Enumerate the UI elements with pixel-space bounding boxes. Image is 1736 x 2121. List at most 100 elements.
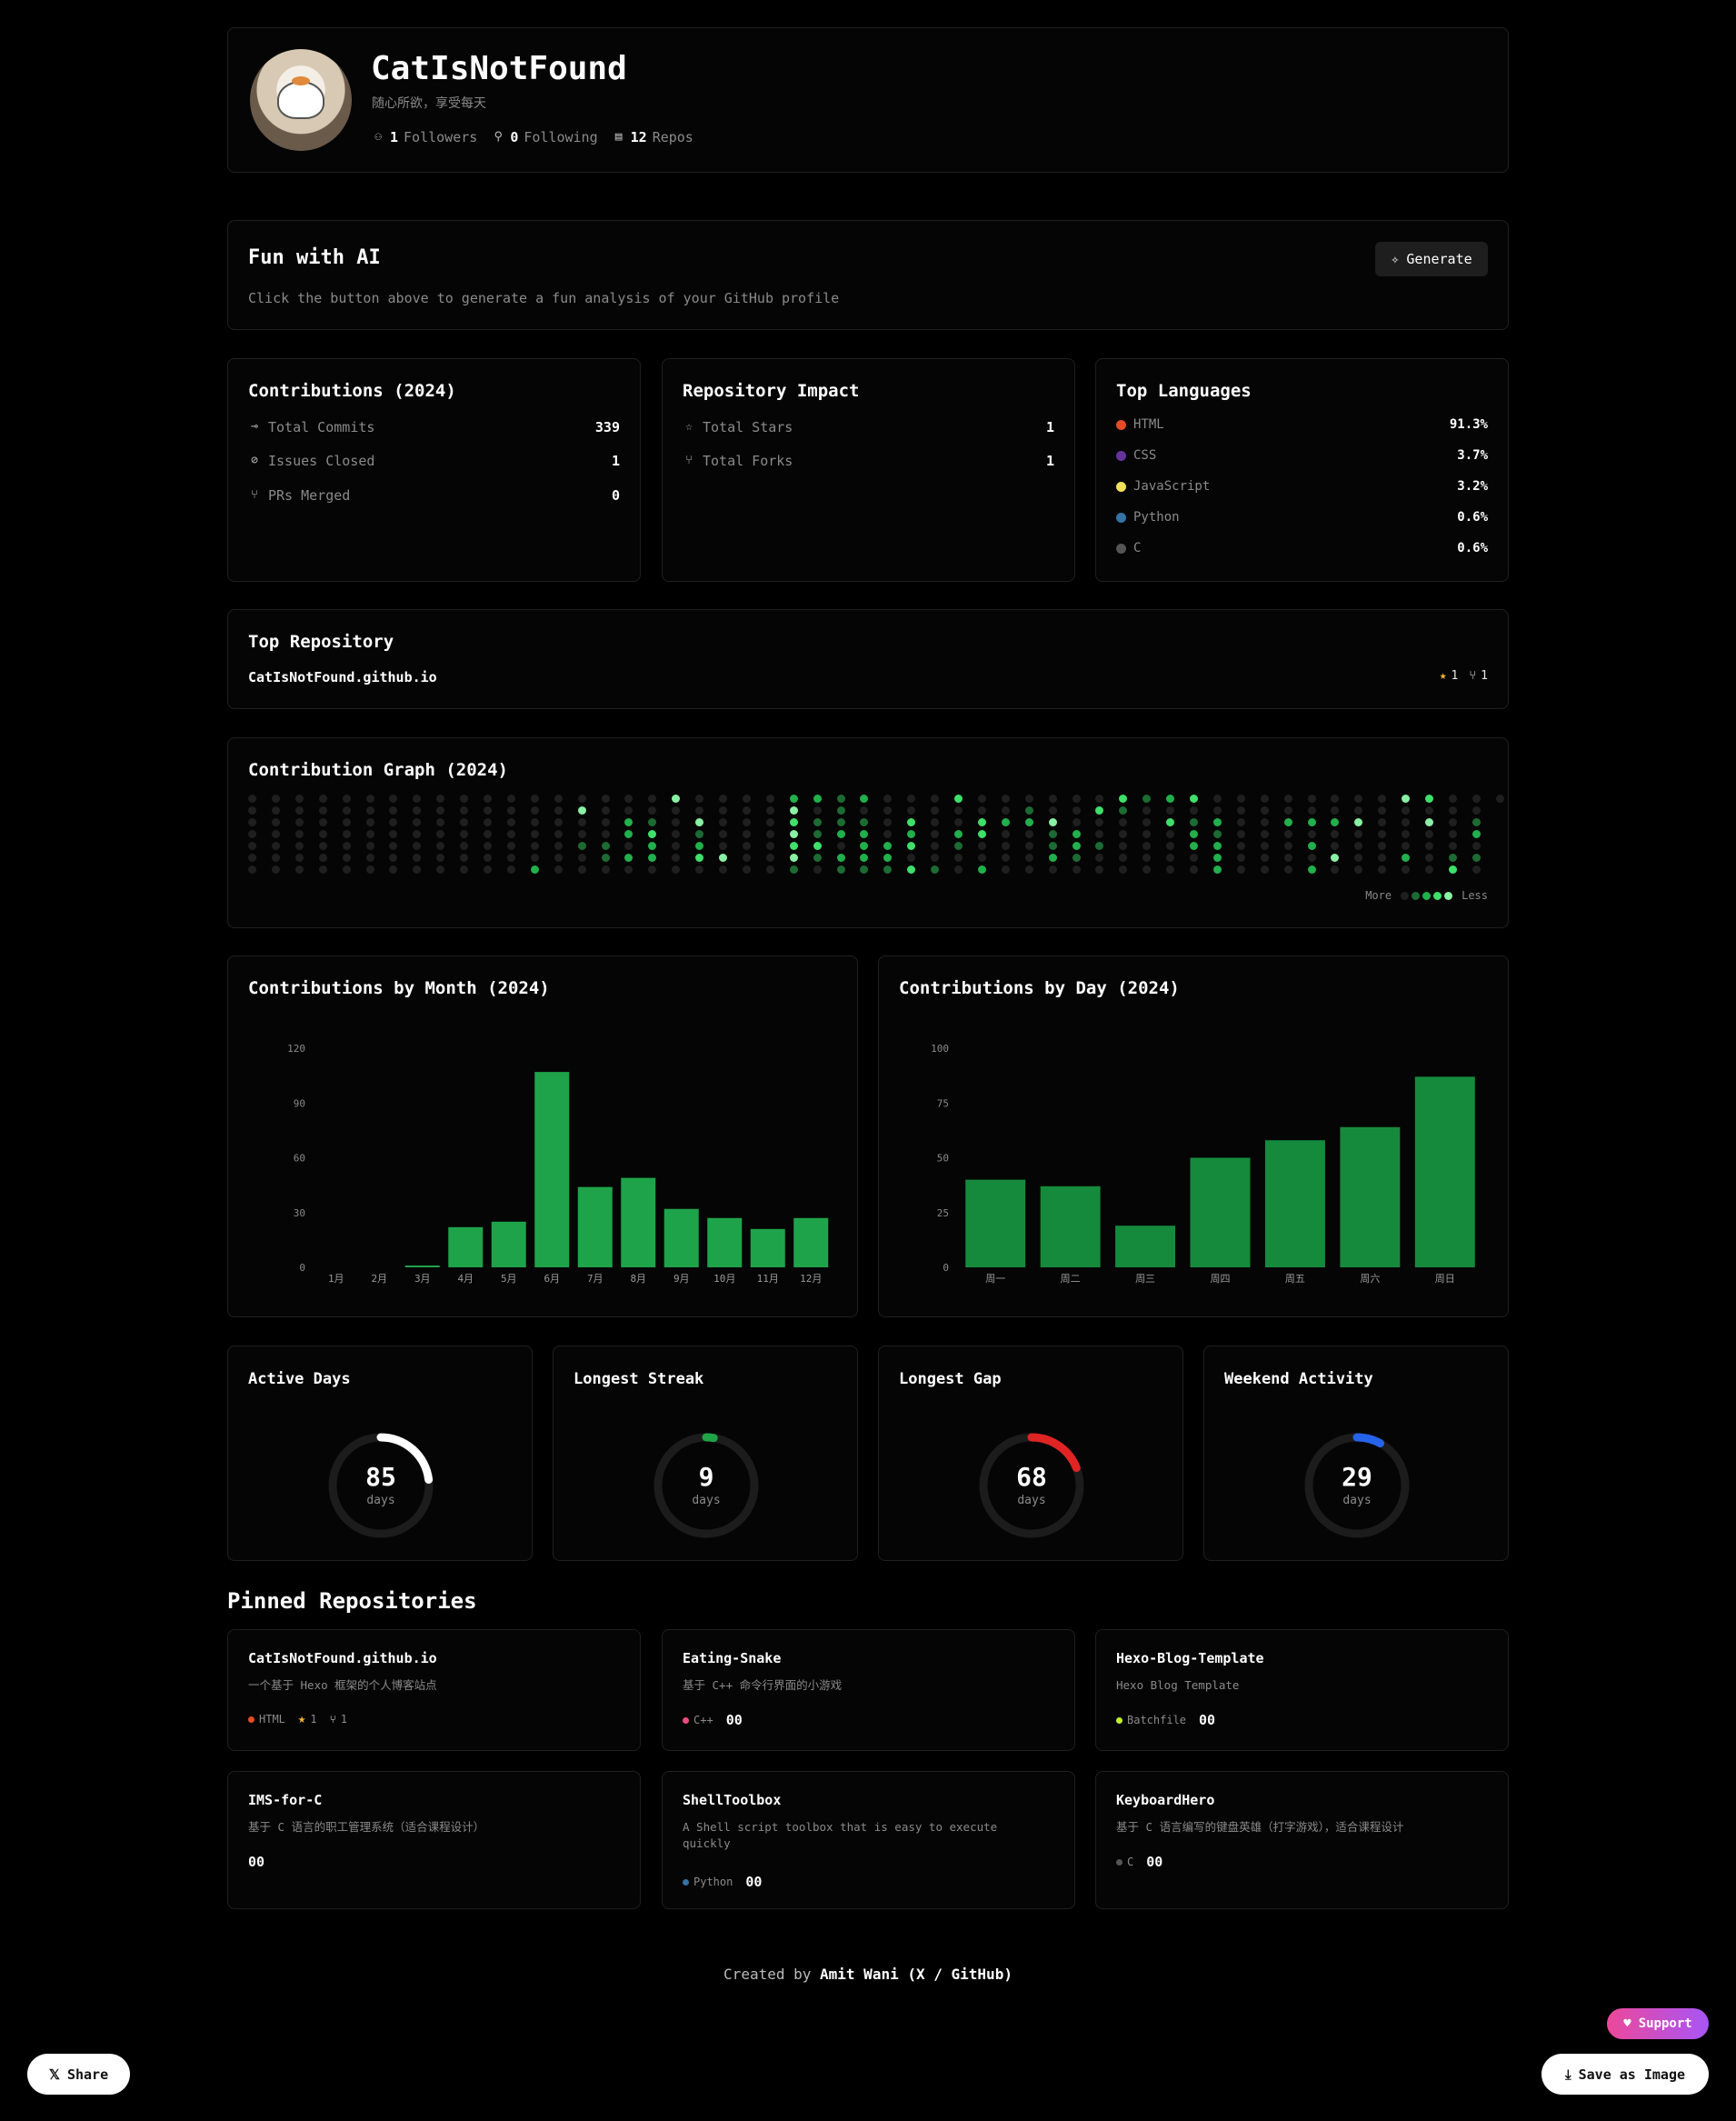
pinned-repo-card[interactable]: Hexo-Blog-Template Hexo Blog Template Batc…	[1095, 1629, 1509, 1751]
contribution-cell[interactable]	[1354, 830, 1363, 838]
contribution-cell[interactable]	[1283, 818, 1292, 826]
contribution-cell[interactable]	[1095, 865, 1104, 874]
followers-link[interactable]: ⚇ 1 Followers	[372, 129, 477, 145]
contribution-cell[interactable]	[248, 795, 256, 803]
contribution-cell[interactable]	[1072, 842, 1081, 850]
contribution-cell[interactable]	[248, 865, 256, 874]
contribution-cell[interactable]	[1448, 806, 1457, 815]
contribution-cell[interactable]	[1236, 854, 1245, 862]
contribution-cell[interactable]	[577, 818, 586, 826]
contribution-cell[interactable]	[530, 806, 539, 815]
contribution-cell[interactable]	[530, 854, 539, 862]
contribution-cell[interactable]	[554, 854, 563, 862]
contribution-cell[interactable]	[789, 865, 798, 874]
footer-social-links[interactable]: (X / GitHub)	[907, 1966, 1013, 1983]
contribution-cell[interactable]	[601, 830, 610, 838]
contribution-cell[interactable]	[1260, 842, 1269, 850]
contribution-cell[interactable]	[484, 806, 492, 815]
contribution-cell[interactable]	[413, 854, 422, 862]
contribution-cell[interactable]	[1119, 795, 1128, 803]
contribution-cell[interactable]	[624, 795, 634, 803]
contribution-cell[interactable]	[1024, 865, 1033, 874]
contribution-cell[interactable]	[577, 806, 586, 815]
contribution-cell[interactable]	[460, 795, 469, 803]
contribution-cell[interactable]	[460, 830, 469, 838]
contribution-cell[interactable]	[977, 830, 986, 838]
contribution-cell[interactable]	[1166, 795, 1175, 803]
contribution-cell[interactable]	[1472, 806, 1481, 815]
contribution-cell[interactable]	[294, 865, 304, 874]
contribution-cell[interactable]	[248, 842, 256, 850]
repo-name[interactable]: Eating-Snake	[683, 1650, 781, 1666]
contribution-cell[interactable]	[271, 830, 280, 838]
contribution-cell[interactable]	[1095, 842, 1104, 850]
contribution-cell[interactable]	[883, 854, 893, 862]
contribution-cell[interactable]	[506, 795, 515, 803]
contribution-cell[interactable]	[1119, 830, 1128, 838]
contribution-cell[interactable]	[765, 795, 774, 803]
contribution-cell[interactable]	[954, 795, 963, 803]
contribution-cell[interactable]	[954, 830, 963, 838]
contribution-cell[interactable]	[484, 818, 492, 826]
bar[interactable]	[1190, 1157, 1251, 1268]
contribution-cell[interactable]	[318, 830, 327, 838]
contribution-cell[interactable]	[1402, 854, 1411, 862]
repo-name[interactable]: ShellToolbox	[683, 1792, 781, 1808]
contribution-cell[interactable]	[1448, 830, 1457, 838]
contribution-cell[interactable]	[1402, 795, 1411, 803]
contribution-cell[interactable]	[836, 795, 845, 803]
pinned-repo-card[interactable]: CatIsNotFound.github.io 一个基于 Hexo 框架的个人博客…	[227, 1629, 641, 1751]
contribution-cell[interactable]	[601, 818, 610, 826]
contribution-cell[interactable]	[1048, 854, 1057, 862]
contribution-cell[interactable]	[719, 795, 727, 803]
repo-name[interactable]: IMS-for-C	[248, 1792, 322, 1808]
contribution-cell[interactable]	[460, 854, 469, 862]
contribution-cell[interactable]	[1307, 842, 1316, 850]
contribution-cell[interactable]	[271, 865, 280, 874]
contribution-cell[interactable]	[530, 842, 539, 850]
contribution-cell[interactable]	[1425, 806, 1433, 815]
contribution-cell[interactable]	[318, 818, 327, 826]
contribution-cell[interactable]	[601, 842, 610, 850]
contribution-cell[interactable]	[836, 830, 845, 838]
contribution-cell[interactable]	[577, 854, 586, 862]
contribution-cell[interactable]	[1072, 830, 1081, 838]
contribution-cell[interactable]	[1212, 806, 1222, 815]
contribution-cell[interactable]	[719, 854, 727, 862]
contribution-cell[interactable]	[460, 865, 469, 874]
contribution-cell[interactable]	[672, 806, 681, 815]
pinned-repo-card[interactable]: KeyboardHero 基于 C 语言编写的键盘英雄（打字游戏），适合课程设计 C…	[1095, 1771, 1509, 1909]
contribution-cell[interactable]	[342, 818, 351, 826]
contribution-cell[interactable]	[577, 842, 586, 850]
contribution-cell[interactable]	[789, 854, 798, 862]
contribution-cell[interactable]	[719, 842, 727, 850]
contribution-cell[interactable]	[1331, 795, 1340, 803]
pinned-repo-card[interactable]: Eating-Snake 基于 C++ 命令行界面的小游戏 C++ 00	[662, 1629, 1075, 1751]
contribution-cell[interactable]	[1212, 818, 1222, 826]
contribution-cell[interactable]	[294, 795, 304, 803]
contribution-cell[interactable]	[1425, 842, 1433, 850]
contribution-cell[interactable]	[624, 842, 634, 850]
contribution-cell[interactable]	[672, 795, 681, 803]
bar[interactable]	[1264, 1140, 1325, 1267]
contribution-cell[interactable]	[436, 842, 445, 850]
contribution-cell[interactable]	[813, 818, 822, 826]
contribution-cell[interactable]	[1166, 842, 1175, 850]
contribution-cell[interactable]	[672, 830, 681, 838]
contribution-cell[interactable]	[1354, 842, 1363, 850]
contribution-cell[interactable]	[1307, 795, 1316, 803]
contribution-cell[interactable]	[1001, 795, 1010, 803]
contribution-cell[interactable]	[1142, 865, 1152, 874]
contribution-cell[interactable]	[294, 818, 304, 826]
contribution-cell[interactable]	[977, 842, 986, 850]
contribution-cell[interactable]	[365, 818, 374, 826]
contribution-cell[interactable]	[1236, 830, 1245, 838]
contribution-cell[interactable]	[1142, 818, 1152, 826]
contribution-cell[interactable]	[436, 854, 445, 862]
contribution-cell[interactable]	[365, 854, 374, 862]
contribution-cell[interactable]	[248, 806, 256, 815]
contribution-cell[interactable]	[765, 854, 774, 862]
contribution-cell[interactable]	[977, 818, 986, 826]
contribution-cell[interactable]	[954, 854, 963, 862]
contribution-cell[interactable]	[1448, 865, 1457, 874]
